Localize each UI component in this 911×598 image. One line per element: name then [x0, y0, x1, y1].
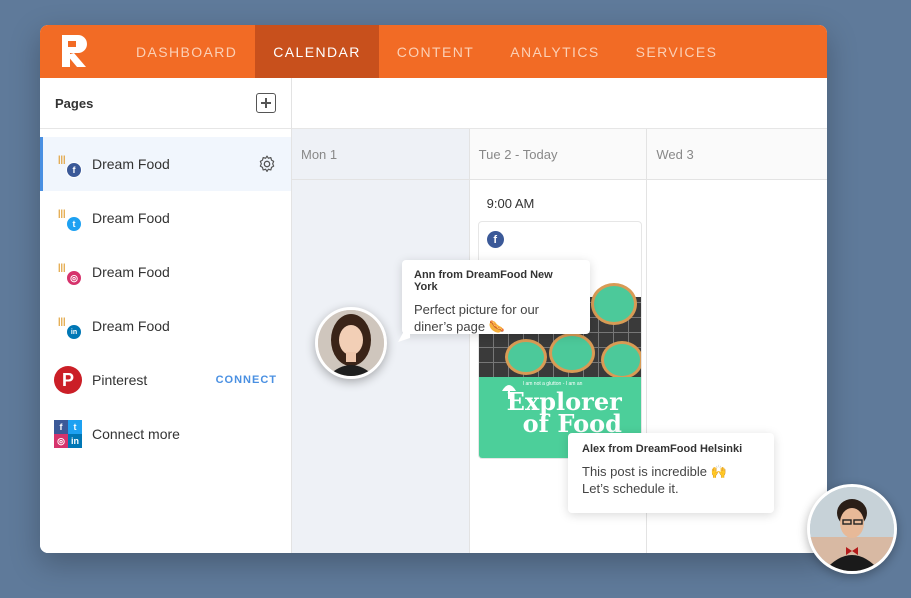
page-avatar: ||| f	[54, 150, 82, 178]
comment-message: Perfect picture for our diner’s page 🌭	[414, 301, 578, 335]
page-item-label: Dream Food	[92, 156, 170, 172]
calendar-toolbar	[292, 78, 827, 129]
post-time: 9:00 AM	[486, 196, 535, 211]
page-item-instagram[interactable]: ||| ◎ Dream Food	[40, 245, 291, 299]
sidebar-header: Pages	[40, 78, 291, 129]
gear-icon[interactable]	[257, 154, 277, 174]
linkedin-icon: in	[66, 324, 82, 340]
pages-sidebar: Pages ||| f Dream Food ||| t Dream Food …	[40, 78, 292, 553]
avatar-ann[interactable]	[315, 307, 387, 379]
comment-author: Alex from DreamFood Helsinki	[582, 443, 743, 455]
plus-square-icon[interactable]	[256, 93, 276, 113]
instagram-icon: ◎	[66, 270, 82, 286]
scheduled-post-card[interactable]: f this I am not a glutto	[477, 221, 642, 459]
page-item-facebook[interactable]: ||| f Dream Food	[40, 137, 291, 191]
page-item-label: Dream Food	[92, 318, 170, 334]
page-item-connect-more[interactable]: f t ◎ in Connect more	[40, 407, 291, 461]
comment-message-line-1: Perfect picture for our	[414, 302, 539, 317]
comment-bubble-alex: Alex from DreamFood Helsinki This post i…	[568, 433, 774, 513]
app-logo[interactable]	[40, 25, 118, 78]
page-list: ||| f Dream Food ||| t Dream Food ||| ◎ …	[40, 129, 291, 461]
nav-services[interactable]: SERVICES	[618, 25, 736, 78]
page-avatar: ||| ◎	[54, 258, 82, 286]
page-item-label: Dream Food	[92, 210, 170, 226]
connect-pinterest-link[interactable]: CONNECT	[216, 374, 277, 386]
comment-author: Ann from DreamFood New York	[414, 269, 553, 293]
comment-message: This post is incredible 🙌 Let’s schedule…	[582, 463, 760, 497]
comment-bubble-ann: Ann from DreamFood New York Perfect pict…	[402, 260, 590, 334]
top-nav-bar: DASHBOARD CALENDAR CONTENT ANALYTICS SER…	[40, 25, 827, 78]
day-header: Mon 1	[292, 129, 469, 180]
avatar-alex[interactable]	[807, 484, 897, 574]
page-item-label: Dream Food	[92, 264, 170, 280]
day-header: Wed 3	[647, 129, 827, 180]
banner-title: Explorer of Food	[507, 390, 622, 438]
nav-dashboard[interactable]: DASHBOARD	[118, 25, 255, 78]
page-avatar: ||| in	[54, 312, 82, 340]
page-item-label: Connect more	[92, 426, 180, 442]
page-item-linkedin[interactable]: ||| in Dream Food	[40, 299, 291, 353]
nav-analytics[interactable]: ANALYTICS	[492, 25, 617, 78]
nav-content[interactable]: CONTENT	[379, 25, 492, 78]
page-item-twitter[interactable]: ||| t Dream Food	[40, 191, 291, 245]
twitter-icon: t	[66, 216, 82, 232]
sidebar-title: Pages	[55, 95, 94, 111]
page-item-label: Pinterest	[92, 372, 148, 388]
banner-title-line-2: of Food	[522, 409, 622, 438]
page-item-pinterest[interactable]: P Pinterest CONNECT	[40, 353, 291, 407]
facebook-icon: f	[486, 231, 504, 248]
comment-message-line-2: Let’s schedule it.	[582, 481, 679, 496]
bubble-tail	[398, 320, 410, 342]
comment-message-line-2: diner’s page 🌭	[414, 319, 505, 334]
pinterest-icon: P	[54, 366, 82, 394]
social-networks-icon: f t ◎ in	[54, 420, 82, 448]
page-avatar: ||| t	[54, 204, 82, 232]
day-header: Tue 2 - Today	[469, 129, 647, 180]
nav-calendar[interactable]: CALENDAR	[255, 25, 379, 78]
facebook-icon: f	[66, 162, 82, 178]
comment-message-line-1: This post is incredible 🙌	[582, 464, 727, 479]
